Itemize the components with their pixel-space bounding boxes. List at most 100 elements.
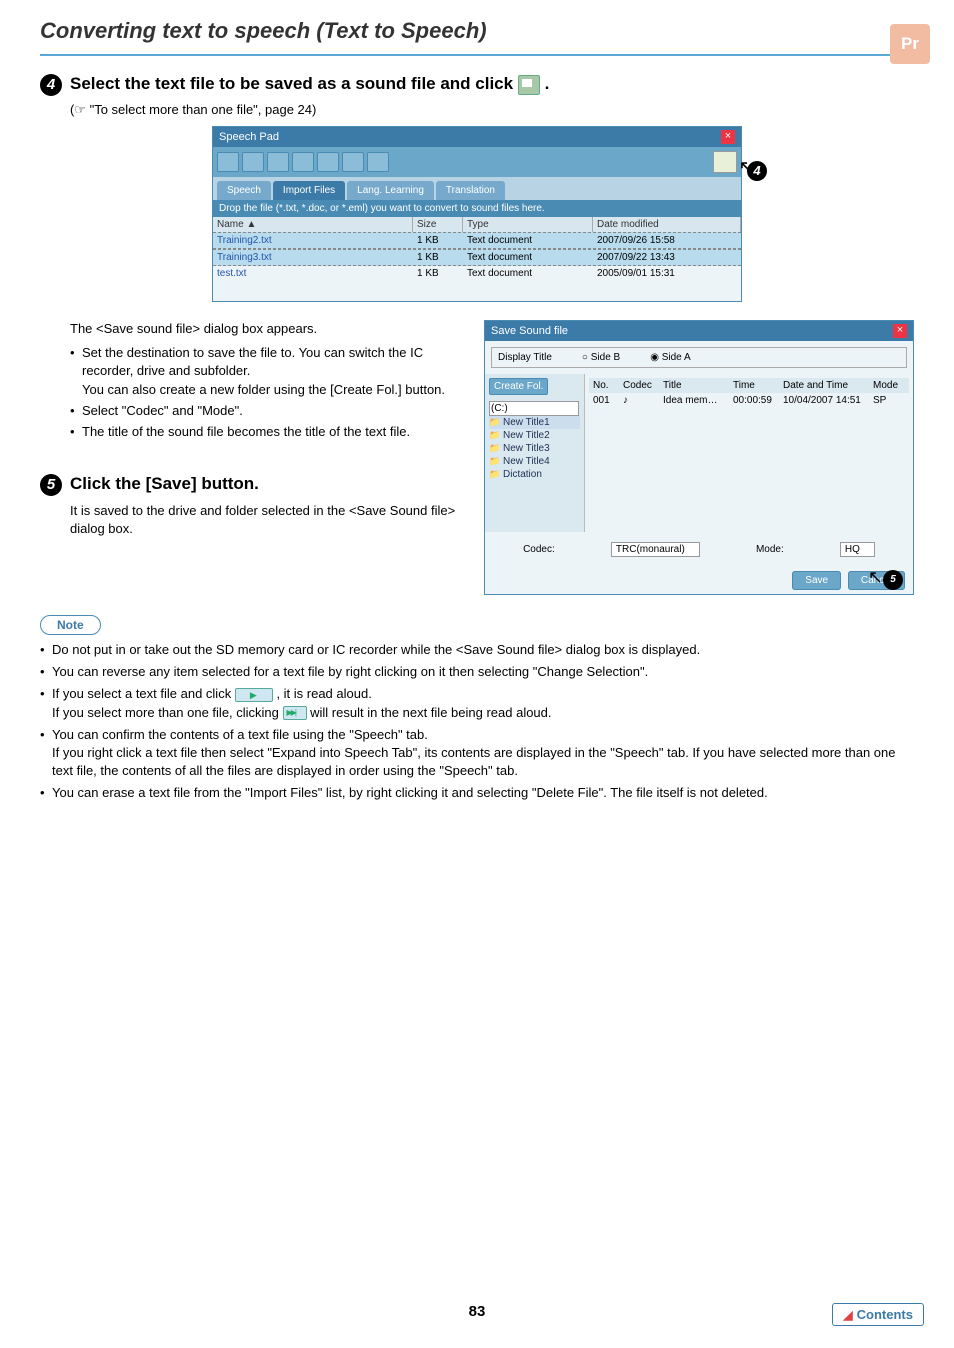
create-folder-button[interactable]: Create Fol. [489,378,548,395]
folder-panel: Create Fol. (C:) New Title1 New Title2 N… [485,374,585,532]
cursor-icon: ↖ [868,567,883,588]
side-b-label: Side B [591,352,620,363]
col-title: Title [659,378,729,393]
bullet-1: Set the destination to save the file to.… [70,344,464,399]
speechpad-title: Speech Pad [219,131,279,143]
note4b: If you right click a text file then sele… [52,745,896,778]
file-date: 2005/09/01 15:31 [593,267,741,280]
callout-5: 5 [883,570,903,590]
tab-lang-learning[interactable]: Lang. Learning [347,181,434,200]
step-4-title-post: . [545,74,550,93]
toolbar-save-sound-icon[interactable] [713,151,737,173]
speechpad-toolbar [213,147,741,177]
folder-item[interactable]: New Title2 [489,429,580,442]
page-title: Converting text to speech (Text to Speec… [40,18,914,44]
side-b-radio[interactable]: ○ Side B [582,352,620,363]
side-a-label: Side A [662,352,691,363]
folder-item[interactable]: New Title4 [489,455,580,468]
mode-select[interactable]: HQ [840,542,875,557]
folder-item[interactable]: Dictation [489,468,580,481]
file-row[interactable]: Training3.txt 1 KB Text document 2007/09… [213,249,741,266]
file-name: Training3.txt [213,251,413,264]
drive-select[interactable]: (C:) [489,401,579,416]
tab-translation[interactable]: Translation [436,181,505,200]
savefile-titlebar: Save Sound file × [485,321,913,341]
header-rule [40,54,914,56]
col-datetime: Date and Time [779,378,869,393]
close-icon[interactable]: × [893,324,907,338]
step-4-subref: (☞ "To select more than one file", page … [70,102,914,118]
contents-button[interactable]: Contents [832,1303,924,1326]
display-title-label: Display Title [498,352,552,363]
file-date: 2007/09/26 15:58 [593,234,741,247]
toolbar-btn-6[interactable] [342,152,364,172]
play-icon [235,688,273,702]
note3-mid: , it is read aloud. [276,686,371,701]
file-name: test.txt [213,267,413,280]
toolbar-btn-3[interactable] [267,152,289,172]
toolbar-btn-2[interactable] [242,152,264,172]
drop-hint: Drop the file (*.txt, *.doc, or *.eml) y… [213,200,741,217]
note3b-pre: If you select more than one file, clicki… [52,705,283,720]
file-size: 1 KB [413,251,463,264]
toolbar-btn-5[interactable] [317,152,339,172]
col-type[interactable]: Type [463,217,593,232]
step-4-title: Select the text file to be saved as a so… [70,74,549,95]
step-4-number: 4 [40,74,62,96]
sf-list-row[interactable]: 001 ♪ Idea mem… 00:00:59 10/04/2007 14:5… [589,393,909,408]
mode-label: Mode: [756,544,784,555]
col-codec: Codec [619,378,659,393]
file-name: Training2.txt [213,234,413,247]
step-5-desc: It is saved to the drive and folder sele… [70,502,464,538]
note-item-3: If you select a text file and click , it… [40,685,914,721]
side-a-radio[interactable]: ◉ Side A [650,352,690,363]
sf-bottom-controls: Codec: TRC(monaural) Mode: HQ [485,532,913,567]
file-list-header: Name ▲ Size Type Date modified [213,217,741,232]
tab-import-files[interactable]: Import Files [273,181,345,200]
col-no: No. [589,378,619,393]
speechpad-window: Speech Pad × ↖ 4 Speech Import Files Lan… [212,126,742,302]
codec-select[interactable]: TRC(monaural) [611,542,700,557]
note-item-2: You can reverse any item selected for a … [40,663,914,681]
note3b-post: will result in the next file being read … [310,705,551,720]
col-name[interactable]: Name ▲ [213,217,413,232]
note-label: Note [40,615,101,635]
step-5-title: Click the [Save] button. [70,474,259,494]
step-5-number: 5 [40,474,62,496]
bullet-3: The title of the sound file becomes the … [70,423,464,441]
save-sound-icon [518,75,540,95]
file-row[interactable]: test.txt 1 KB Text document 2005/09/01 1… [213,266,741,281]
speechpad-tabs: Speech Import Files Lang. Learning Trans… [213,177,741,200]
folder-item[interactable]: New Title1 [489,416,580,429]
file-row[interactable]: Training2.txt 1 KB Text document 2007/09… [213,232,741,249]
toolbar-btn-7[interactable] [367,152,389,172]
explain-bullets: Set the destination to save the file to.… [70,344,464,441]
note-item-5: You can erase a text file from the "Impo… [40,784,914,802]
file-date: 2007/09/22 13:43 [593,251,741,264]
close-icon[interactable]: × [721,130,735,144]
bullet-2: Select "Codec" and "Mode". [70,402,464,420]
tab-speech[interactable]: Speech [217,181,271,200]
cell-title: Idea mem… [659,393,729,408]
toolbar-btn-1[interactable] [217,152,239,172]
step-4: 4 Select the text file to be saved as a … [40,74,914,96]
file-type: Text document [463,251,593,264]
note-item-4: You can confirm the contents of a text f… [40,726,914,781]
pr-badge: Pr [890,24,930,64]
cell-datetime: 10/04/2007 14:51 [779,393,869,408]
col-size[interactable]: Size [413,217,463,232]
cell-mode: SP [869,393,899,408]
file-size: 1 KB [413,267,463,280]
next-track-icon [283,706,307,720]
savefile-title: Save Sound file [491,325,568,337]
col-time: Time [729,378,779,393]
col-date[interactable]: Date modified [593,217,741,232]
note4a: You can confirm the contents of a text f… [52,727,428,742]
step-4-title-pre: Select the text file to be saved as a so… [70,74,518,93]
step-5: 5 Click the [Save] button. [40,474,464,496]
folder-item[interactable]: New Title3 [489,442,580,455]
save-button[interactable]: Save [792,571,841,590]
speechpad-titlebar: Speech Pad × [213,127,741,147]
toolbar-btn-4[interactable] [292,152,314,172]
sf-list-header: No. Codec Title Time Date and Time Mode [589,378,909,393]
